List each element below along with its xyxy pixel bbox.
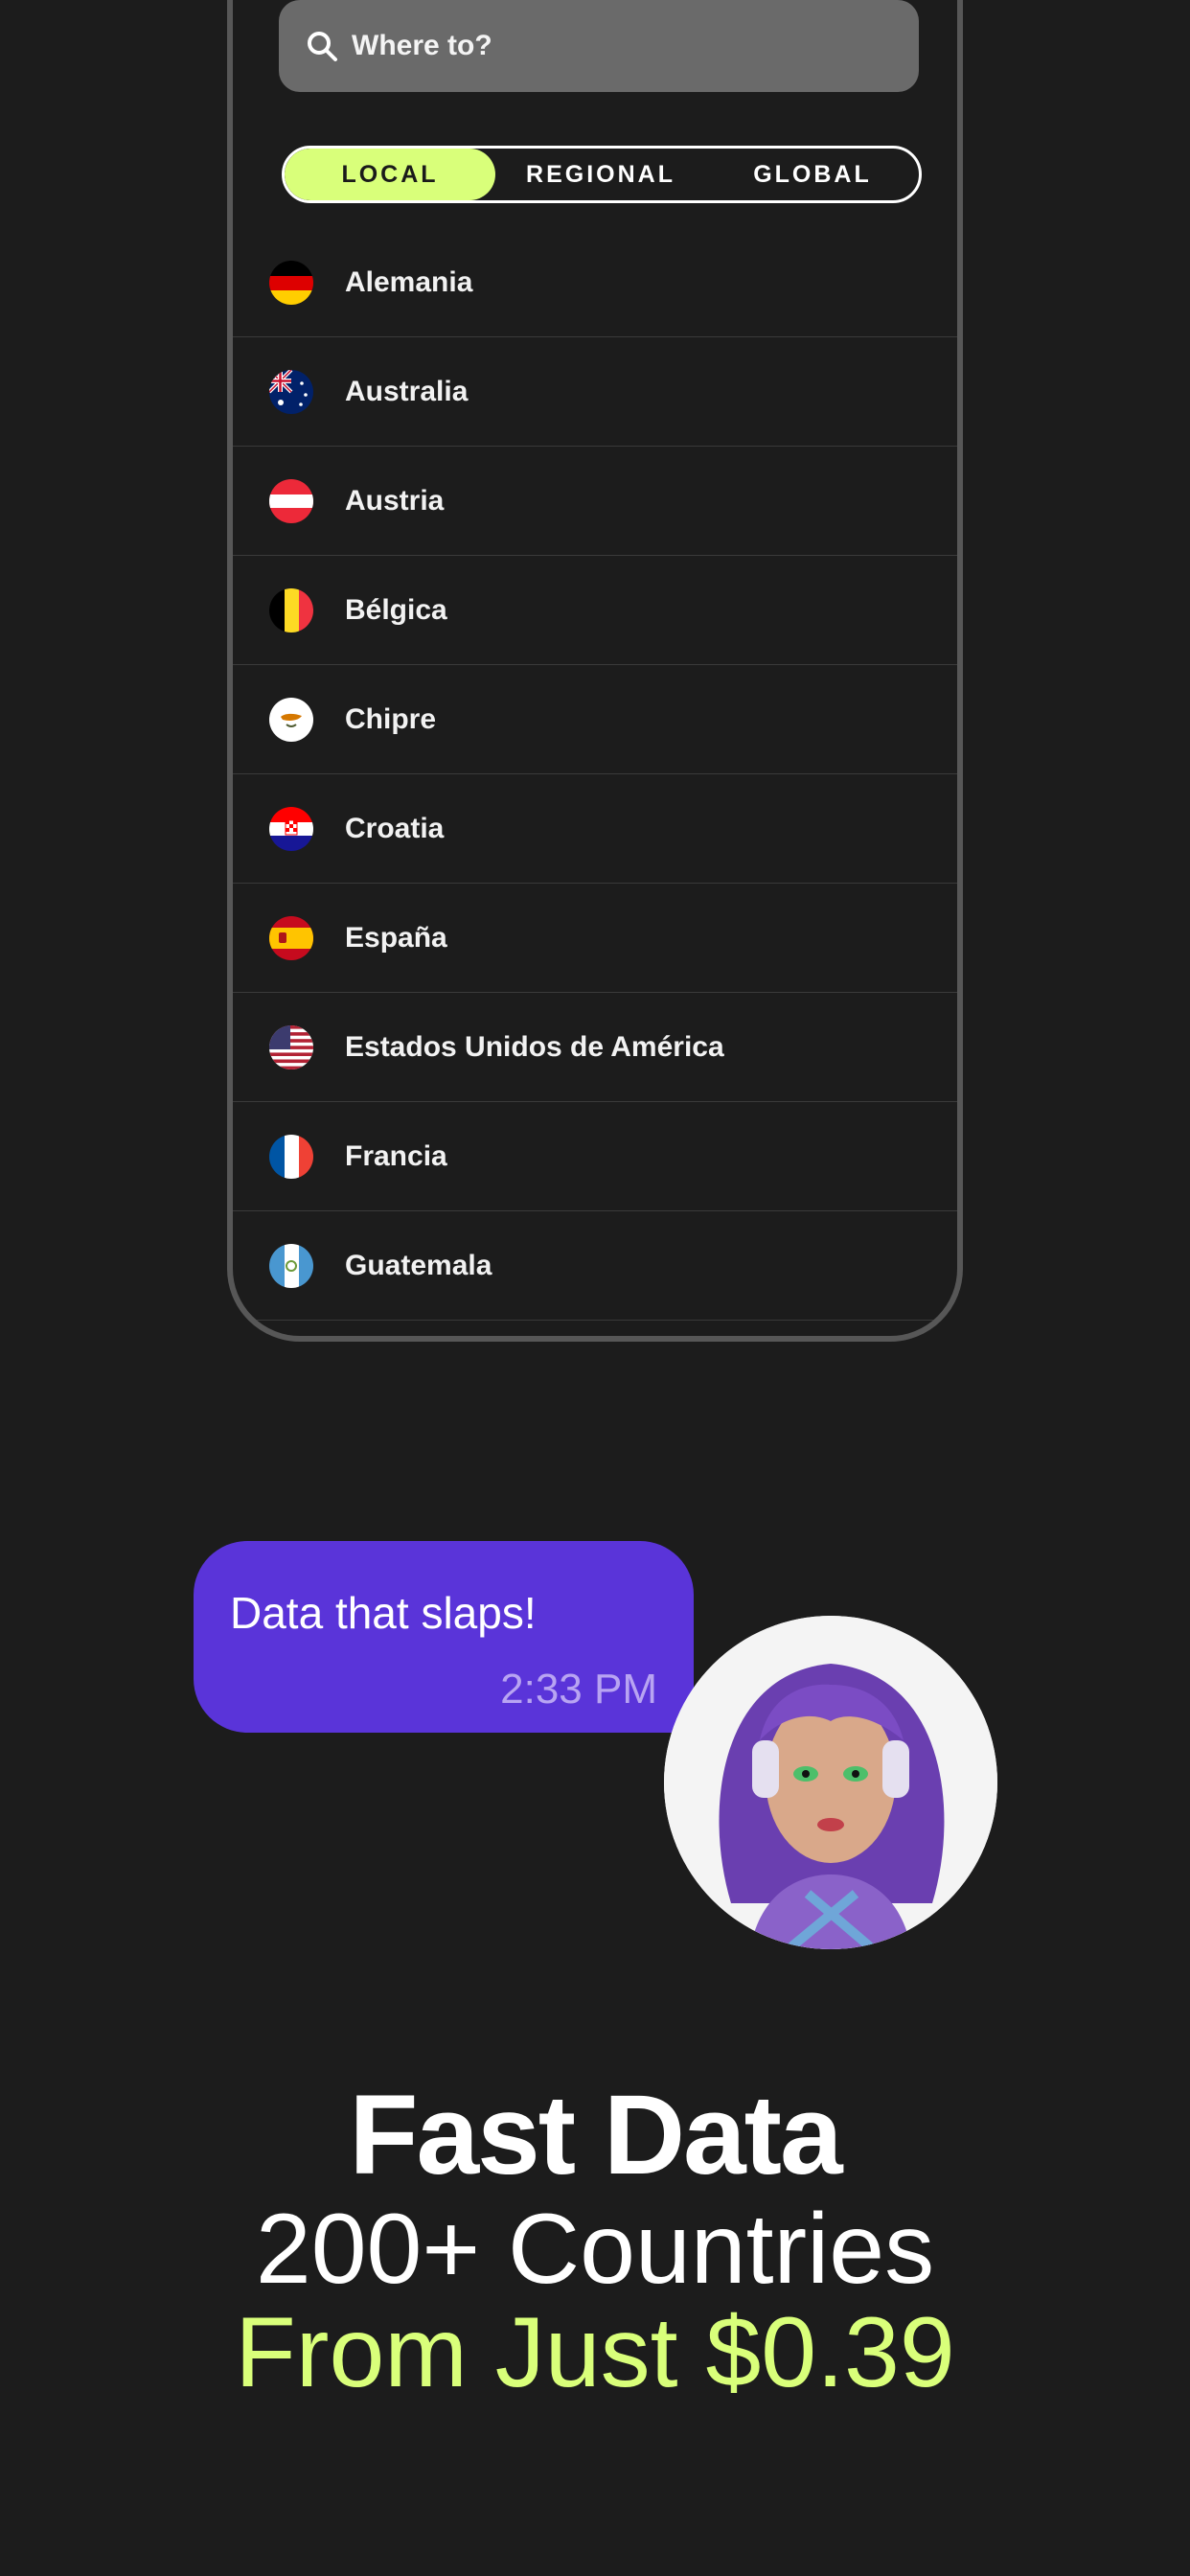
country-name: Estados Unidos de América [345, 1030, 724, 1063]
country-row[interactable]: Alemania [233, 228, 957, 337]
country-row[interactable]: Bélgica [233, 556, 957, 665]
country-row[interactable]: Austria [233, 447, 957, 556]
country-row[interactable]: España [233, 884, 957, 993]
country-name: Alemania [345, 265, 473, 298]
country-row[interactable]: Estados Unidos de América [233, 993, 957, 1102]
country-name: Chipre [345, 702, 437, 735]
country-name: Croatia [345, 812, 445, 844]
france-flag-icon [269, 1134, 313, 1179]
germany-flag-icon [269, 260, 313, 305]
tab-regional[interactable]: REGIONAL [495, 149, 706, 200]
headline-title: Fast Data [349, 2072, 842, 2198]
tab-global[interactable]: GLOBAL [706, 149, 919, 200]
chat-bubble: Data that slaps! 2:33 PM [194, 1541, 694, 1733]
avatar [664, 1616, 997, 1949]
tab-local[interactable]: LOCAL [285, 149, 495, 200]
belgium-flag-icon [269, 587, 313, 632]
croatia-flag-icon [269, 806, 313, 851]
country-row[interactable]: Chipre [233, 665, 957, 774]
search-input[interactable]: Where to? [352, 30, 492, 62]
guatemala-flag-icon [269, 1243, 313, 1288]
cyprus-flag-icon [269, 697, 313, 742]
chat-timestamp: 2:33 PM [500, 1666, 657, 1713]
country-name: Bélgica [345, 593, 447, 626]
headline-countries: 200+ Countries [255, 2194, 935, 2305]
country-name: España [345, 921, 447, 954]
country-name: Francia [345, 1139, 447, 1172]
austria-flag-icon [269, 478, 313, 523]
country-row[interactable]: Australia [233, 337, 957, 447]
country-row[interactable]: Guatemala [233, 1211, 957, 1321]
country-name: Australia [345, 375, 469, 407]
search-icon [308, 32, 337, 61]
country-name: Austria [345, 484, 445, 517]
headline-price: From Just $0.39 [235, 2297, 955, 2408]
search-bar[interactable]: Where to? [279, 0, 919, 92]
australia-flag-icon [269, 369, 313, 414]
usa-flag-icon [269, 1024, 313, 1070]
chat-message: Data that slaps! [230, 1588, 537, 1638]
phone-frame: Where to? LOCAL REGIONAL GLOBAL Alemania… [227, 0, 963, 1342]
region-tabs: LOCAL REGIONAL GLOBAL [282, 146, 922, 203]
country-name: Guatemala [345, 1249, 492, 1281]
country-list: Alemania Australia Austria Bélgica Chipr… [233, 228, 957, 1321]
spain-flag-icon [269, 915, 313, 960]
country-row[interactable]: Croatia [233, 774, 957, 884]
country-row[interactable]: Francia [233, 1102, 957, 1211]
